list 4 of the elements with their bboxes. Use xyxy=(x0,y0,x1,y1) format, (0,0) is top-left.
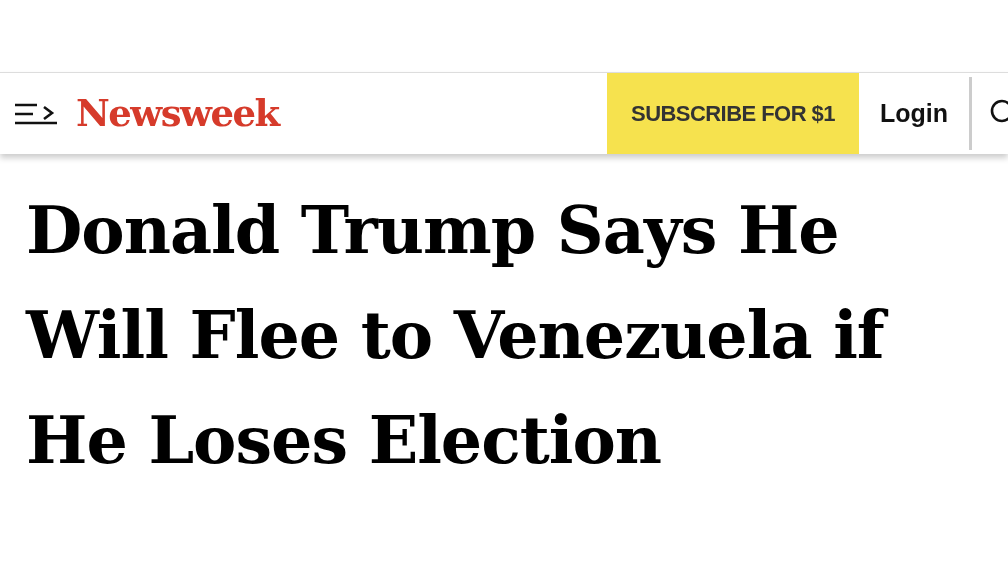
login-link[interactable]: Login xyxy=(858,73,969,154)
article-headline: Donald Trump Says He Will Flee to Venezuela if He Loses Election xyxy=(0,154,1008,493)
logo[interactable]: Newsweek xyxy=(76,95,279,132)
subscribe-button[interactable]: SUBSCRIBE FOR $1 xyxy=(606,73,859,154)
